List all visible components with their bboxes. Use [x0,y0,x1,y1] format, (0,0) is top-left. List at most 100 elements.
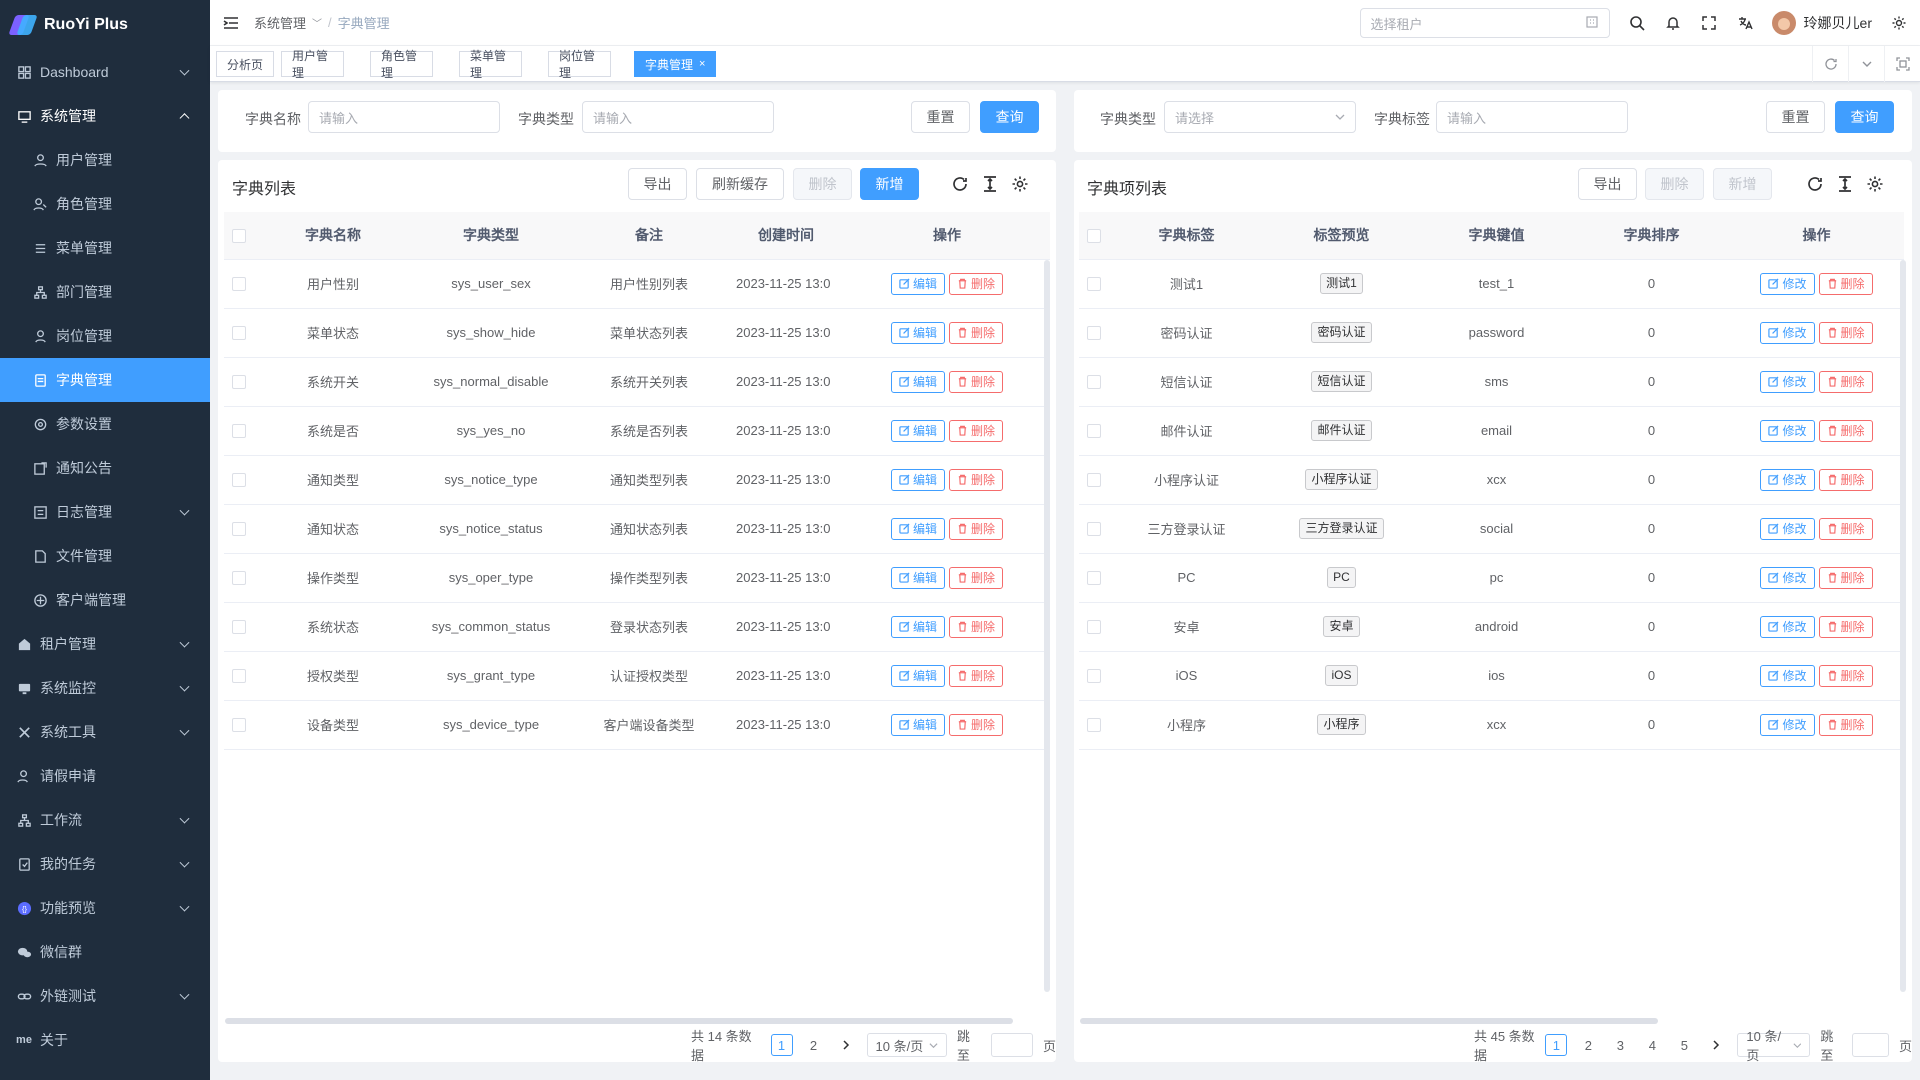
delete-button[interactable]: 删除 [1818,713,1873,736]
sidebar-item-wechat[interactable]: 微信群 [0,930,210,974]
checkbox[interactable] [1087,424,1101,439]
column-header[interactable]: 备注 [570,212,728,260]
delete-button[interactable]: 删除 [949,419,1004,442]
select-all-checkbox[interactable] [1079,212,1109,260]
tab-dashboard[interactable]: 分析页 [216,51,275,77]
dict-type-cell[interactable]: sys_show_hide [412,308,570,358]
sidebar-item-config[interactable]: 参数设置 [0,402,210,446]
app-logo[interactable]: RuoYi Plus [0,0,210,50]
dict-type-cell[interactable]: sys_oper_type [412,553,570,603]
row-select[interactable] [1079,651,1109,701]
query-button[interactable]: 查询 [1835,101,1894,133]
checkbox[interactable] [1087,473,1101,488]
edit-button[interactable]: 编辑 [890,615,945,638]
edit-button[interactable]: 编辑 [890,517,945,540]
dict-type-cell[interactable]: sys_device_type [412,700,570,750]
settings-icon[interactable] [1865,174,1885,194]
sidebar-item-tenant[interactable]: 租户管理 [0,622,210,666]
vertical-scrollbar[interactable] [1900,260,1906,992]
row-select[interactable] [224,700,254,750]
username[interactable]: 玲娜贝儿er [1804,13,1872,33]
column-header[interactable]: 字典名称 [254,212,412,260]
page-2[interactable]: 2 [1577,1034,1599,1056]
refresh-cache-button[interactable]: 刷新缓存 [696,168,784,200]
delete-button[interactable]: 删除 [949,713,1004,736]
edit-button[interactable]: 编辑 [890,468,945,491]
edit-button[interactable]: 修改 [1760,713,1815,736]
reset-button[interactable]: 重置 [911,101,970,133]
search-icon[interactable] [1628,14,1646,32]
sidebar-item-clients[interactable]: 客户端管理 [0,578,210,622]
delete-button[interactable]: 删除 [949,664,1004,687]
row-select[interactable] [224,357,254,407]
checkbox[interactable] [232,571,246,586]
row-select[interactable] [1079,504,1109,554]
page-size-select[interactable]: 10 条/页 [1737,1029,1811,1062]
settings-icon[interactable] [1010,174,1030,194]
sidebar-item-roles[interactable]: 角色管理 [0,182,210,226]
delete-button[interactable]: 删除 [1818,615,1873,638]
refresh-icon[interactable] [1812,46,1848,82]
fullscreen-icon[interactable] [1700,14,1718,32]
sidebar-item-monitor[interactable]: 系统监控 [0,666,210,710]
row-select[interactable] [1079,357,1109,407]
page-2[interactable]: 2 [803,1034,825,1056]
checkbox[interactable] [1087,326,1101,341]
edit-button[interactable]: 修改 [1760,321,1815,344]
sidebar-item-posts[interactable]: 岗位管理 [0,314,210,358]
edit-button[interactable]: 修改 [1760,370,1815,393]
edit-button[interactable]: 编辑 [890,566,945,589]
edit-button[interactable]: 修改 [1760,517,1815,540]
dict-type-cell[interactable]: sys_notice_type [412,455,570,505]
delete-button[interactable]: 删除 [1645,168,1704,200]
tab-users[interactable]: 用户管理 [281,49,344,80]
dict-type-cell[interactable]: sys_user_sex [412,259,570,309]
sidebar-item-dashboard[interactable]: Dashboard [0,50,210,94]
column-header[interactable]: 字典键值 [1419,212,1574,260]
dict-type-cell[interactable]: sys_common_status [412,602,570,652]
edit-button[interactable]: 修改 [1760,566,1815,589]
edit-button[interactable]: 修改 [1760,468,1815,491]
page-size-select[interactable]: 10 条/页 [866,1033,947,1057]
dict-type-cell[interactable]: sys_normal_disable [412,357,570,407]
checkbox[interactable] [232,473,246,488]
checkbox[interactable] [232,718,246,733]
sidebar-item-tasks[interactable]: 我的任务 [0,842,210,886]
select-all-checkbox[interactable] [224,212,254,260]
bell-icon[interactable] [1664,14,1682,32]
row-select[interactable] [224,406,254,456]
query-button[interactable]: 查询 [980,101,1039,133]
edit-button[interactable]: 编辑 [890,370,945,393]
row-select[interactable] [1079,259,1109,309]
row-select[interactable] [224,504,254,554]
sidebar-item-tools[interactable]: 系统工具 [0,710,210,754]
row-select[interactable] [224,553,254,603]
horizontal-scrollbar[interactable] [225,1018,1013,1024]
checkbox[interactable] [1087,522,1101,537]
sidebar-item-menus[interactable]: 菜单管理 [0,226,210,270]
sidebar-item-users[interactable]: 用户管理 [0,138,210,182]
dict-type-cell[interactable]: sys_grant_type [412,651,570,701]
gear-icon[interactable] [1890,14,1908,32]
export-button[interactable]: 导出 [1578,168,1637,200]
dict-type-select[interactable]: 请选择 [1164,101,1356,133]
row-select[interactable] [1079,455,1109,505]
checkbox[interactable] [1087,277,1101,292]
column-header[interactable]: 标签预览 [1264,212,1419,260]
dict-label-input[interactable]: 请输入 [1436,101,1628,133]
tab-roles[interactable]: 角色管理 [370,49,433,80]
jump-input[interactable] [991,1033,1033,1057]
row-select[interactable] [1079,406,1109,456]
delete-button[interactable]: 删除 [949,615,1004,638]
row-select[interactable] [224,308,254,358]
export-button[interactable]: 导出 [628,168,687,200]
checkbox[interactable] [1087,229,1101,244]
avatar[interactable] [1771,11,1796,35]
checkbox[interactable] [232,229,246,244]
row-select[interactable] [1079,700,1109,750]
add-button[interactable]: 新增 [1713,168,1772,200]
chevron-down-icon[interactable] [1848,46,1884,82]
column-header[interactable]: 字典类型 [412,212,570,260]
dict-name-input[interactable]: 请输入 [308,101,500,133]
language-icon[interactable] [1736,14,1754,32]
